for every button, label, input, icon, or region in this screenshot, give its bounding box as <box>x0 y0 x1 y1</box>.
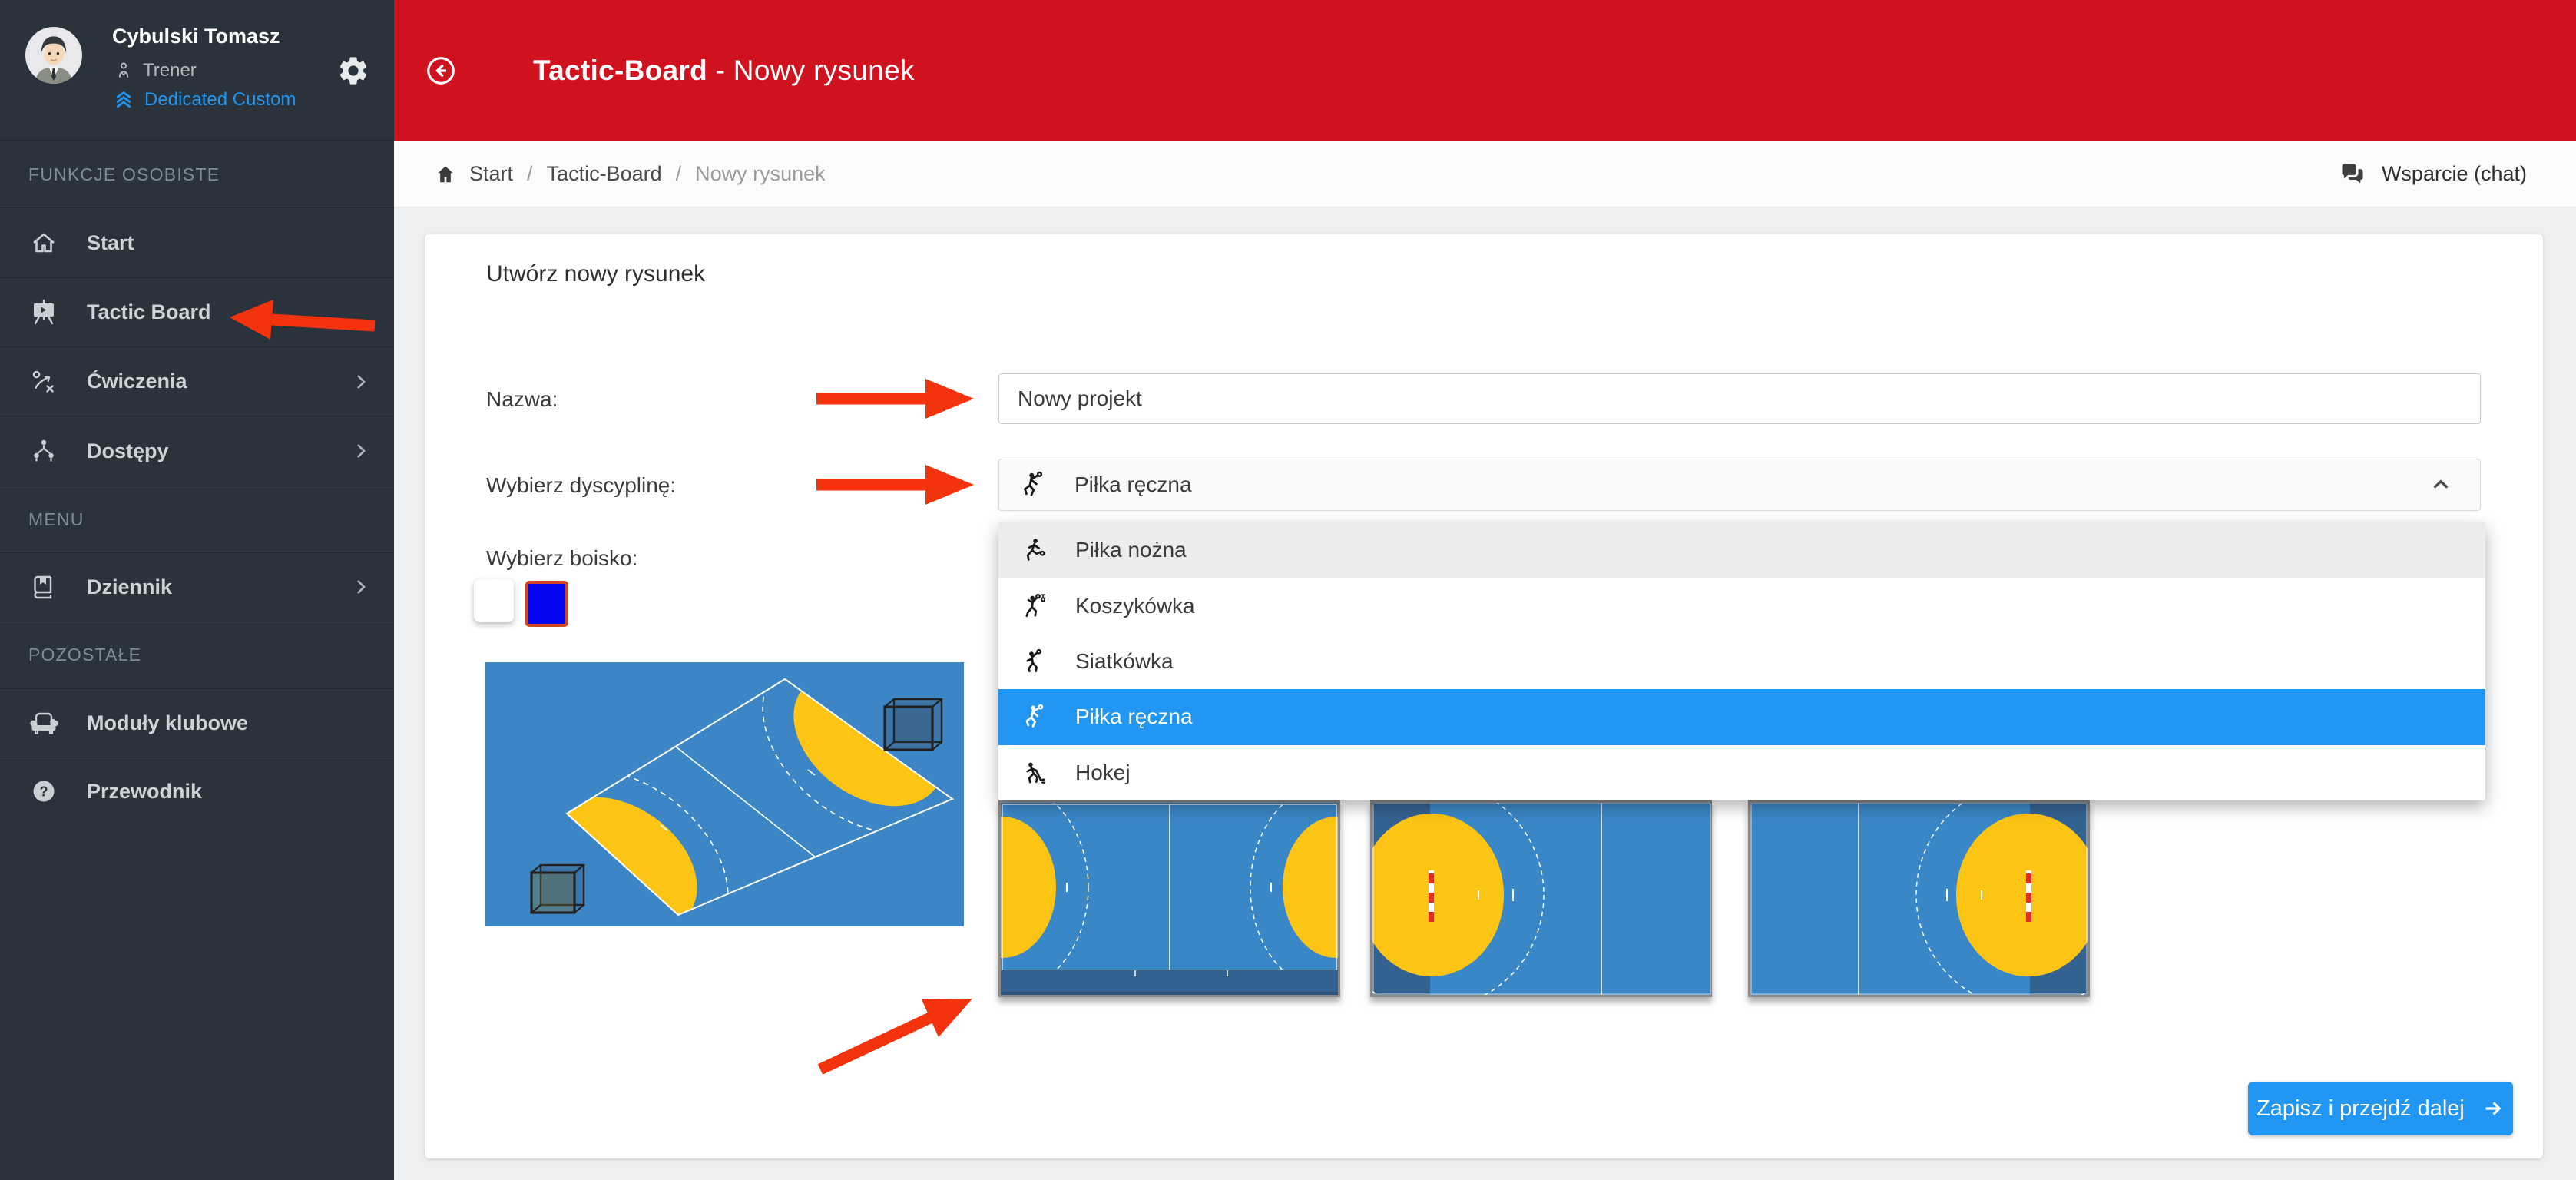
sidebar-item-label: Tactic Board <box>87 300 211 324</box>
discipline-label: Wybierz dyscyplinę: <box>486 473 676 498</box>
option-label: Piłka nożna <box>1075 538 1187 562</box>
sidebar-item-cwiczenia[interactable]: Ćwiczenia <box>0 346 394 416</box>
support-chat-link[interactable]: Wsparcie (chat) <box>2339 161 2527 188</box>
chevron-right-icon <box>349 439 372 462</box>
sidebar-item-tactic-board[interactable]: Tactic Board <box>0 277 394 346</box>
section-label: MENU <box>28 509 84 530</box>
user-role-label: Trener <box>143 60 197 81</box>
option-label: Koszykówka <box>1075 594 1195 618</box>
card-title: Utwórz nowy rysunek <box>486 261 705 287</box>
sidebar-item-label: Dziennik <box>87 575 172 599</box>
court-thumbnail-half-right[interactable] <box>1748 800 2090 997</box>
name-input[interactable] <box>998 373 2481 424</box>
home-icon <box>28 227 59 258</box>
page-title-rest: - Nowy rysunek <box>707 55 915 86</box>
save-and-continue-button[interactable]: Zapisz i przejdź dalej <box>2248 1082 2513 1135</box>
volleyball-icon <box>1020 648 1046 675</box>
discipline-select[interactable]: Piłka ręczna <box>998 459 2481 511</box>
svg-text:?: ? <box>40 784 48 800</box>
save-button-label: Zapisz i przejdź dalej <box>2256 1096 2465 1122</box>
court-thumbnail-half-left[interactable] <box>1370 800 1712 997</box>
sidebar-item-label: Przewodnik <box>87 780 202 804</box>
app-header: Tactic-Board - Nowy rysunek <box>394 0 2576 141</box>
support-chat-label: Wsparcie (chat) <box>2382 162 2527 186</box>
goal-bottom <box>531 865 584 913</box>
user-name: Cybulski Tomasz <box>112 25 280 48</box>
court-thumbnail-full[interactable] <box>998 800 1340 997</box>
basketball-icon <box>1020 593 1046 619</box>
user-profile: Cybulski Tomasz Trener Dedicated Custom <box>0 0 394 141</box>
access-icon <box>28 436 59 466</box>
soccer-icon <box>1020 537 1046 563</box>
back-icon[interactable] <box>425 55 457 87</box>
option-pilka-reczna[interactable]: Piłka ręczna <box>998 689 2485 744</box>
sidebar-item-dziennik[interactable]: Dziennik <box>0 552 394 621</box>
breadcrumb-bar: Start / Tactic-Board / Nowy rysunek Wspa… <box>394 141 2576 207</box>
sidebar-section-pozostale: POZOSTAŁE <box>0 621 394 688</box>
user-role: Trener <box>114 60 197 81</box>
sidebar-item-label: Start <box>87 231 134 255</box>
board-color-white-swatch[interactable] <box>474 579 514 622</box>
page-title-app: Tactic-Board <box>533 55 707 86</box>
guide-icon: ? <box>28 776 59 807</box>
chevron-right-icon <box>349 370 372 393</box>
sidebar-item-dostepy[interactable]: Dostępy <box>0 416 394 486</box>
sidebar-item-label: Moduły klubowe <box>87 711 248 735</box>
sidebar-section-funkcje-osobiste: FUNKCJE OSOBISTE <box>0 141 394 207</box>
section-label: FUNKCJE OSOBISTE <box>28 164 220 185</box>
arrow-right-icon <box>2482 1097 2505 1120</box>
exercises-icon <box>28 366 59 397</box>
chevron-right-icon <box>349 575 372 598</box>
handball-icon <box>1018 471 1045 499</box>
option-koszykowka[interactable]: Koszykówka <box>998 578 2485 633</box>
board-label: Wybierz boisko: <box>486 546 637 571</box>
goal-top <box>885 699 942 750</box>
discipline-dropdown: Piłka nożna Koszykówka Siatkówka Piłka r… <box>998 522 2485 800</box>
option-label: Hokej <box>1075 761 1131 785</box>
upgrade-icon <box>112 88 135 111</box>
sidebar-item-label: Ćwiczenia <box>87 370 187 393</box>
section-label: POZOSTAŁE <box>28 645 141 665</box>
discipline-selected-value: Piłka ręczna <box>1074 472 1192 497</box>
avatar <box>25 27 82 84</box>
sidebar-section-menu: MENU <box>0 486 394 552</box>
chevron-up-icon <box>2428 472 2454 498</box>
option-hokej[interactable]: Hokej <box>998 745 2485 800</box>
option-label: Piłka ręczna <box>1075 704 1193 729</box>
breadcrumb-item-start[interactable]: Start <box>469 162 513 186</box>
club-modules-icon <box>28 708 59 738</box>
breadcrumb-item-tactic-board[interactable]: Tactic-Board <box>547 162 662 186</box>
breadcrumb-separator: / <box>527 162 533 186</box>
gear-icon[interactable] <box>336 54 370 88</box>
breadcrumb-item-current: Nowy rysunek <box>695 162 826 186</box>
person-icon <box>114 61 134 81</box>
breadcrumb-separator: / <box>676 162 682 186</box>
board-color-blue-swatch[interactable] <box>525 581 568 627</box>
sidebar: Cybulski Tomasz Trener Dedicated Custom … <box>0 0 394 1180</box>
chat-icon <box>2339 161 2366 188</box>
option-siatkowka[interactable]: Siatkówka <box>998 634 2485 689</box>
page-title: Tactic-Board - Nowy rysunek <box>533 55 915 87</box>
option-label: Siatkówka <box>1075 649 1174 674</box>
tactic-board-icon <box>28 297 59 328</box>
breadcrumb-home-icon[interactable] <box>434 163 457 186</box>
sidebar-item-label: Dostępy <box>87 439 169 463</box>
journal-icon <box>28 572 59 602</box>
court-preview-image <box>485 662 964 926</box>
option-pilka-nozna[interactable]: Piłka nożna <box>998 522 2485 578</box>
handball-icon <box>1020 704 1046 730</box>
hockey-icon <box>1020 760 1046 786</box>
user-plan[interactable]: Dedicated Custom <box>112 88 296 111</box>
user-plan-label: Dedicated Custom <box>144 89 296 111</box>
sidebar-item-start[interactable]: Start <box>0 207 394 277</box>
name-label: Nazwa: <box>486 387 558 412</box>
sidebar-item-moduly-klubowe[interactable]: Moduły klubowe <box>0 688 394 757</box>
sidebar-item-przewodnik[interactable]: ? Przewodnik <box>0 757 394 825</box>
